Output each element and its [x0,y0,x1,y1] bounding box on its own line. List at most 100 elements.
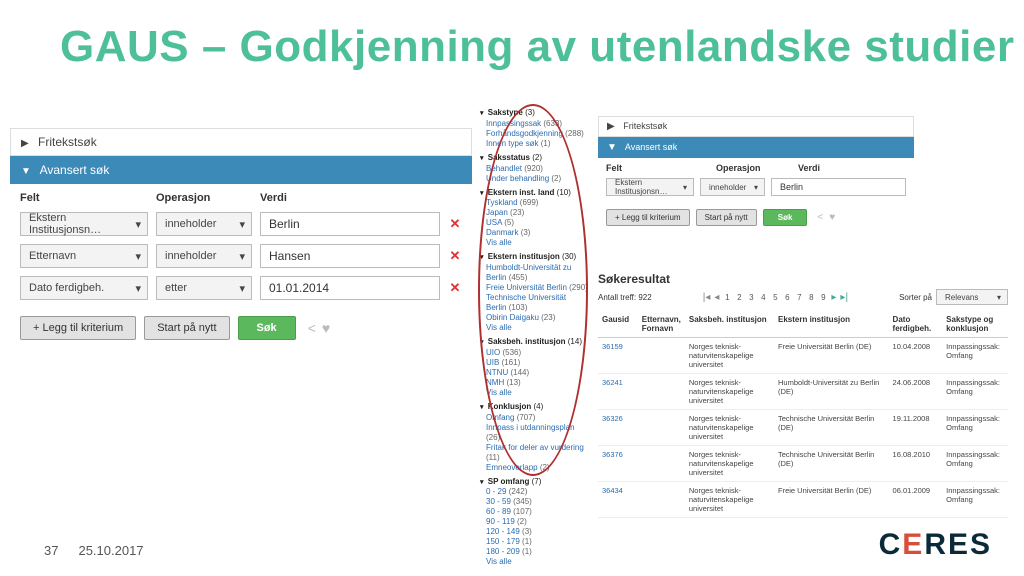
add-criterion-button[interactable]: + Legg til kriterium [606,209,690,226]
verdi-input[interactable] [260,276,440,300]
facet-item[interactable]: Obirin Daigaku (23) [480,313,588,323]
accordion-fritekstsok[interactable]: ▶ Fritekstsøk [10,128,472,156]
facet-item[interactable]: Innpass i utdanningsplan (26) [480,423,588,443]
pager-last-icon[interactable]: ▸| [840,292,848,303]
pager-first-icon[interactable]: |◂ [703,292,711,303]
remove-row-icon[interactable]: ✕ [448,248,462,264]
facet-show-all[interactable]: Vis alle [480,323,588,333]
facet-item[interactable]: 90 - 119 (2) [480,517,588,527]
felt-select[interactable]: Ekstern Institusjonsn…▾ [20,212,148,236]
facet-title[interactable]: ▾ Ekstern inst. land (10) [480,188,588,199]
sort-select[interactable]: Relevans▾ [936,289,1008,305]
facet-item[interactable]: Emneoverlapp (2) [480,463,588,473]
pager-page[interactable]: 3 [747,293,755,302]
facet-item[interactable]: NTNU (144) [480,368,588,378]
facet-item[interactable]: Under behandling (2) [480,174,588,184]
operasjon-select[interactable]: etter▾ [156,276,252,300]
add-criterion-button[interactable]: + Legg til kriterium [20,316,136,340]
pager-page[interactable]: 4 [759,293,767,302]
facet-item[interactable]: 150 - 179 (1) [480,537,588,547]
search-button[interactable]: Søk [763,209,808,226]
felt-select[interactable]: Dato ferdigbeh.▾ [20,276,148,300]
col-dato[interactable]: Dato ferdigbeh. [889,311,943,338]
facet-title[interactable]: ▾ Konklusjon (4) [480,402,588,413]
facet-item[interactable]: 180 - 209 (1) [480,547,588,557]
reset-button[interactable]: Start på nytt [144,316,229,340]
gausid-link[interactable]: 36326 [598,410,638,446]
facet-item[interactable]: 60 - 89 (107) [480,507,588,517]
facet-item[interactable]: Fritak for deler av vurdering (11) [480,443,588,463]
pager-page[interactable]: 7 [795,293,803,302]
operasjon-select[interactable]: inneholder▾ [156,244,252,268]
facet-group: ▾ Konklusjon (4)Omfang (707)Innpass i ut… [480,402,588,473]
facet-title[interactable]: ▾ Ekstern institusjon (30) [480,252,588,263]
remove-row-icon[interactable]: ✕ [448,216,462,232]
pager-next-icon[interactable]: ▸ [831,292,836,303]
facet-title[interactable]: ▾ SP omfang (7) [480,477,588,488]
col-etternavn[interactable]: Etternavn, Fornavn [638,311,685,338]
facet-item[interactable]: Japan (23) [480,208,588,218]
col-saksbeh-inst[interactable]: Saksbeh. institusjon [685,311,774,338]
facet-item[interactable]: Tyskland (699) [480,198,588,208]
felt-select[interactable]: Ekstern Institusjonsn…▾ [606,178,694,196]
operasjon-select[interactable]: inneholder▾ [156,212,252,236]
facet-item[interactable]: Innen type søk (1) [480,139,588,149]
facet-item[interactable]: UIB (161) [480,358,588,368]
gausid-link[interactable]: 36434 [598,482,638,518]
facet-title[interactable]: ▾ Saksbeh. institusjon (14) [480,337,588,348]
pager-page[interactable]: 5 [771,293,779,302]
verdi-input[interactable] [771,178,906,196]
pager-page[interactable]: 6 [783,293,791,302]
pager-page[interactable]: 8 [807,293,815,302]
table-row[interactable]: 36326Norges teknisk-naturvitenskapelige … [598,410,1008,446]
accordion-avansertsok[interactable]: ▼ Avansert søk [598,137,914,158]
col-sakstype[interactable]: Sakstype og konklusjon [942,311,1008,338]
share-icon[interactable]: < [817,212,823,223]
facet-item[interactable]: Technische Universität Berlin (103) [480,293,588,313]
facet-item[interactable]: Behandlet (920) [480,164,588,174]
facet-item[interactable]: Innpassingssak (633) [480,119,588,129]
accordion-avansertsok[interactable]: ▼ Avansert søk [10,156,472,184]
verdi-input[interactable] [260,212,440,236]
facet-item[interactable]: Humboldt-Universität zu Berlin (455) [480,263,588,283]
gausid-link[interactable]: 36376 [598,446,638,482]
verdi-input[interactable] [260,244,440,268]
gausid-link[interactable]: 36159 [598,338,638,374]
search-button[interactable]: Søk [238,316,296,340]
facet-show-all[interactable]: Vis alle [480,557,588,567]
table-row[interactable]: 36376Norges teknisk-naturvitenskapelige … [598,446,1008,482]
facet-title[interactable]: ▾ Saksstatus (2) [480,153,588,164]
pager-page[interactable]: 1 [723,293,731,302]
pager-page[interactable]: 9 [819,293,827,302]
col-gausid[interactable]: Gausid [598,311,638,338]
facet-item[interactable]: USA (5) [480,218,588,228]
facet-item[interactable]: 120 - 149 (3) [480,527,588,537]
facet-title[interactable]: ▾ Sakstype (3) [480,108,588,119]
heart-icon[interactable]: ♥ [322,320,330,336]
table-row[interactable]: 36241Norges teknisk-naturvitenskapelige … [598,374,1008,410]
remove-row-icon[interactable]: ✕ [448,280,462,296]
table-row[interactable]: 36434Norges teknisk-naturvitenskapelige … [598,482,1008,518]
facet-show-all[interactable]: Vis alle [480,238,588,248]
pager-prev-icon[interactable]: ◂ [714,292,719,303]
facet-show-all[interactable]: Vis alle [480,388,588,398]
col-ekstern-inst[interactable]: Ekstern institusjon [774,311,889,338]
reset-button[interactable]: Start på nytt [696,209,757,226]
operasjon-select[interactable]: inneholder▾ [700,178,765,196]
share-icon[interactable]: < [308,320,316,336]
facet-item[interactable]: Freie Universität Berlin (290) [480,283,588,293]
felt-select[interactable]: Etternavn▾ [20,244,148,268]
chevron-down-icon: ▾ [480,190,484,197]
heart-icon[interactable]: ♥ [829,212,835,223]
gausid-link[interactable]: 36241 [598,374,638,410]
facet-item[interactable]: NMH (13) [480,378,588,388]
pager-page[interactable]: 2 [735,293,743,302]
table-row[interactable]: 36159Norges teknisk-naturvitenskapelige … [598,338,1008,374]
facet-item[interactable]: Forhåndsgodkjenning (288) [480,129,588,139]
facet-item[interactable]: 30 - 59 (345) [480,497,588,507]
facet-item[interactable]: UIO (536) [480,348,588,358]
facet-item[interactable]: Omfang (707) [480,413,588,423]
facet-item[interactable]: Danmark (3) [480,228,588,238]
facet-item[interactable]: 0 - 29 (242) [480,487,588,497]
accordion-fritekstsok[interactable]: ▶ Fritekstsøk [598,116,914,137]
